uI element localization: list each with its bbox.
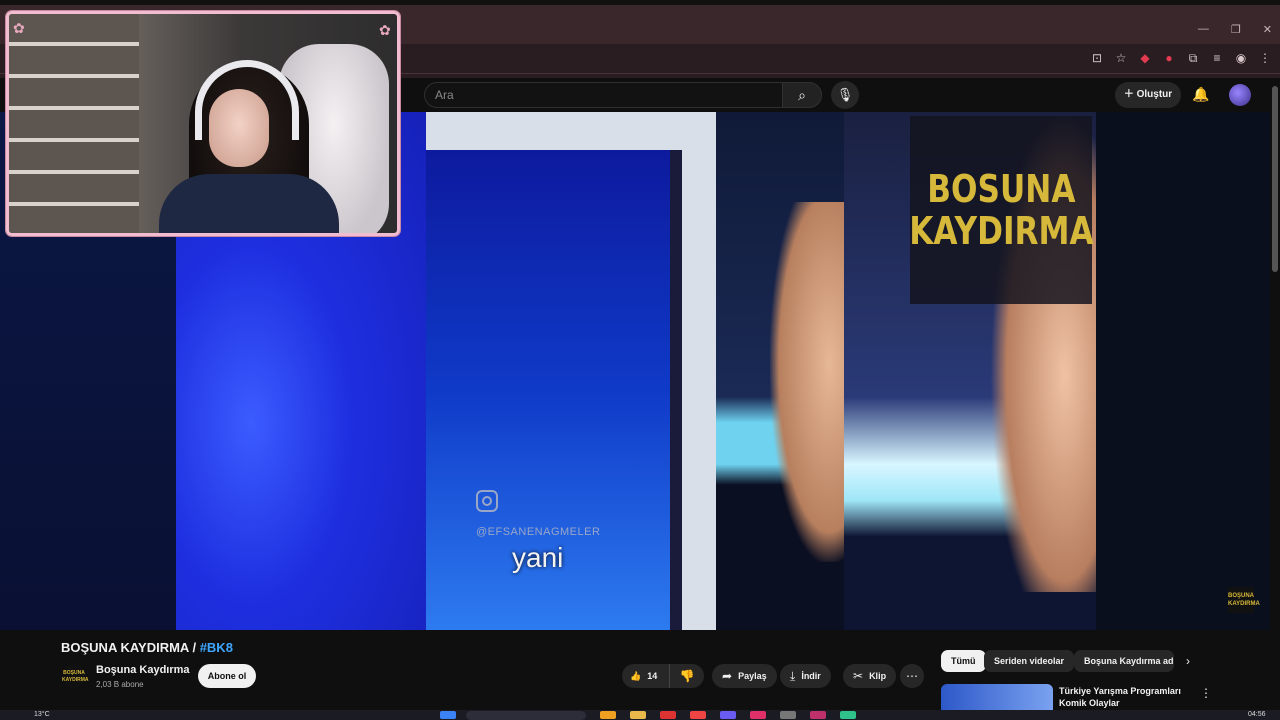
page-scrollbar[interactable] (1272, 86, 1278, 272)
close-button[interactable]: ✕ (1263, 23, 1272, 36)
video-details: BOŞUNA KAYDIRMA / #BK8 BOŞUNA KAYDIRMA Bo… (0, 630, 1270, 710)
instagram-handle: @EFSANENAGMELER (476, 526, 601, 538)
logo-line-1: BOSUNA (926, 167, 1076, 211)
logo-line-2: KAYDIRMA (908, 209, 1094, 253)
discord-icon[interactable] (720, 711, 736, 719)
app-icon[interactable] (660, 711, 676, 719)
subscriber-count: 2,03 B abone (96, 680, 144, 689)
search-button[interactable]: ⌕ (782, 82, 822, 108)
app-icon[interactable] (750, 711, 766, 719)
dislike-button[interactable]: 👎 (670, 664, 704, 688)
create-button[interactable]: ＋ Oluştur (1115, 82, 1181, 108)
watermark-logo[interactable]: BOŞUNA KAYDIRMA (1228, 587, 1260, 613)
extension-toolbar: ⊡ ☆ ◆ ● ⧉ ≡ ◉ ⋮ (1090, 51, 1272, 65)
share-icon: ➦ (722, 669, 733, 683)
extension-red2-icon[interactable]: ● (1162, 51, 1176, 65)
more-icon: ⋯ (906, 669, 918, 683)
taskbar-apps (440, 711, 456, 719)
browser-icon[interactable] (690, 711, 706, 719)
minimize-button[interactable]: — (1198, 23, 1209, 36)
video-monitor-frame (426, 112, 716, 630)
puzzle-icon[interactable]: ⧉ (1186, 51, 1200, 65)
download-label: İndir (801, 671, 821, 681)
video-background-right (1096, 112, 1270, 630)
os-taskbar: 13°C 04:56 (0, 710, 1280, 720)
channel-name[interactable]: Boşuna Kaydırma (96, 664, 190, 676)
recommendation-thumbnail[interactable] (941, 684, 1053, 710)
like-button[interactable]: 👍 14 (622, 664, 670, 688)
recommendation-menu-icon[interactable]: ⋮ (1200, 686, 1212, 700)
more-actions-button[interactable]: ⋯ (900, 664, 924, 688)
video-hashtag-link[interactable]: #BK8 (200, 640, 233, 655)
flower-decoration-icon: ✿ (379, 22, 391, 38)
chevron-right-icon[interactable]: › (1186, 654, 1190, 668)
scissors-icon: ✂ (853, 669, 864, 683)
chip-series-videos[interactable]: Seriden videolar (984, 650, 1075, 672)
window-controls: — ❐ ✕ (1198, 23, 1272, 36)
account-avatar[interactable] (1229, 84, 1251, 106)
video-title: BOŞUNA KAYDIRMA / #BK8 (61, 640, 233, 655)
recommendation-title[interactable]: Türkiye Yarışma Programları Komik Olayla… (1059, 685, 1189, 709)
playlist-icon[interactable]: ≡ (1210, 51, 1224, 65)
app-icon[interactable] (600, 711, 616, 719)
video-profile-face-left (770, 202, 844, 562)
flower-decoration-icon: ✿ (13, 20, 25, 36)
windows-start-icon[interactable] (440, 711, 456, 719)
weather-temperature[interactable]: 13°C (34, 710, 50, 720)
webcam-overlay: ✿ ✿ (6, 11, 400, 236)
download-icon: ⤓ (790, 669, 796, 683)
thumbs-down-icon: 👎 (679, 669, 695, 683)
download-button[interactable]: ⤓ İndir (780, 664, 831, 688)
extension-red-icon[interactable]: ◆ (1138, 51, 1152, 65)
install-icon[interactable]: ⊡ (1090, 51, 1104, 65)
like-dislike-group: 👍 14 👎 (622, 664, 704, 688)
app-icon[interactable] (780, 711, 796, 719)
thumbs-up-icon: 👍 (630, 671, 642, 681)
chip-channel[interactable]: Boşuna Kaydırma adl (1074, 650, 1174, 672)
restore-button[interactable]: ❐ (1231, 23, 1241, 36)
clip-label: Klip (869, 671, 887, 681)
app-icon[interactable] (840, 711, 856, 719)
create-label: Oluştur (1136, 89, 1173, 100)
voice-search-button[interactable]: 🎙 (831, 81, 859, 109)
channel-logo-overlay: BOSUNA KAYDIRMA (908, 116, 1094, 304)
like-count: 14 (647, 671, 658, 681)
taskbar-search[interactable] (466, 711, 586, 720)
app-icon[interactable] (810, 711, 826, 719)
taskbar-clock[interactable]: 04:56 (1248, 710, 1266, 720)
profile-icon[interactable]: ◉ (1234, 51, 1248, 65)
star-icon[interactable]: ☆ (1114, 51, 1128, 65)
video-title-text: BOŞUNA KAYDIRMA / (61, 640, 200, 655)
folder-icon[interactable] (630, 711, 646, 719)
chip-all[interactable]: Tümü (941, 650, 986, 672)
subscribe-button[interactable]: Abone ol (198, 664, 256, 688)
notifications-bell-icon[interactable]: 🔔 (1192, 86, 1209, 103)
video-subtitle: yani (512, 542, 564, 573)
taskbar-pinned-apps (600, 711, 856, 719)
search-icon: ⌕ (798, 87, 806, 103)
microphone-icon: 🎙 (836, 87, 854, 102)
instagram-icon (476, 490, 498, 512)
clip-button[interactable]: ✂ Klip (843, 664, 897, 688)
channel-avatar[interactable]: BOŞUNA KAYDIRMA (62, 664, 88, 688)
search-input[interactable]: Ara (424, 82, 782, 108)
share-button[interactable]: ➦ Paylaş (712, 664, 777, 688)
share-label: Paylaş (738, 671, 767, 681)
webcam-shelf (9, 14, 139, 233)
webcam-streamer-body (159, 174, 339, 233)
menu-icon[interactable]: ⋮ (1258, 51, 1272, 65)
